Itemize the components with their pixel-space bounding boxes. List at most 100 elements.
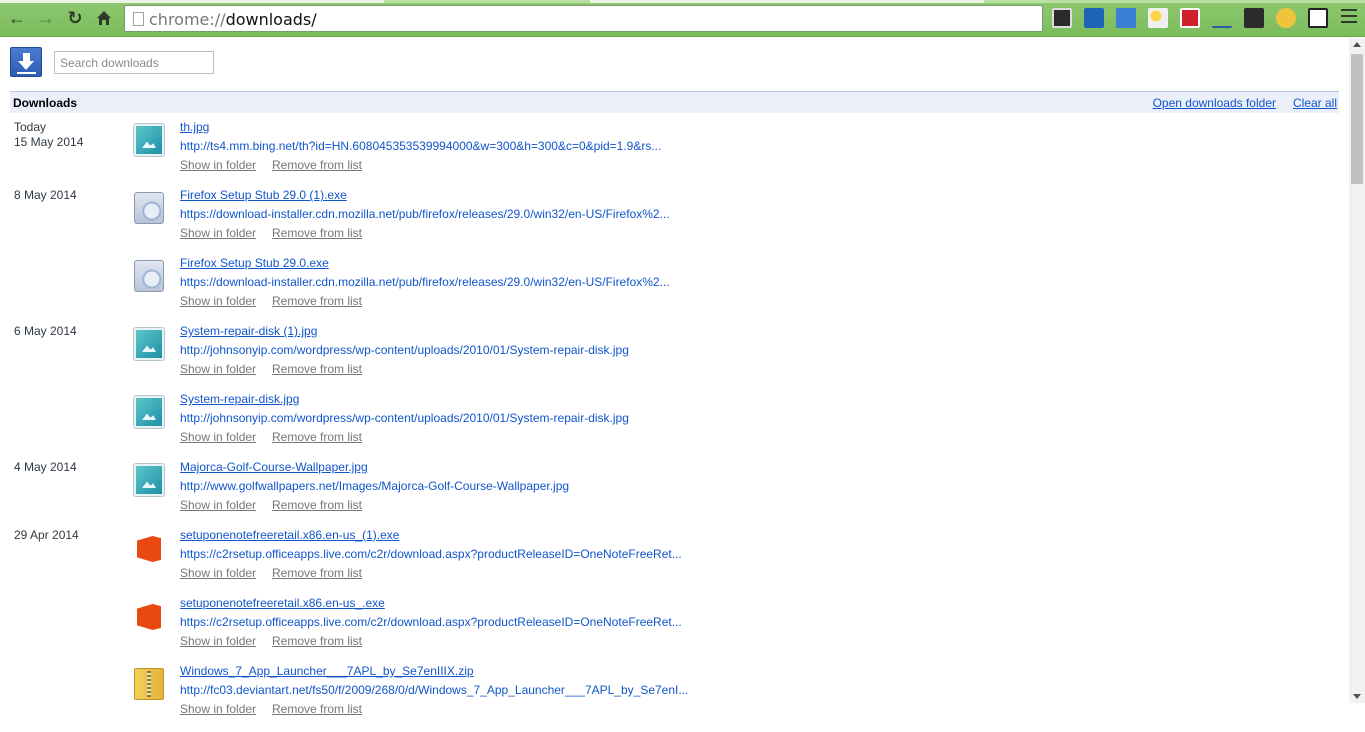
chrome-menu-button[interactable] xyxy=(1341,9,1357,25)
download-item: 6 May 2014 System-repair-disk (1).jpg http… xyxy=(0,324,1349,392)
show-in-folder-link[interactable]: Show in folder xyxy=(180,566,256,580)
image-file-icon[interactable] xyxy=(134,396,164,428)
download-file-link[interactable]: th.jpg xyxy=(180,120,209,134)
show-in-folder-link[interactable]: Show in folder xyxy=(180,158,256,172)
remove-from-list-link[interactable]: Remove from list xyxy=(272,226,362,240)
reload-icon: ↻ xyxy=(67,7,83,28)
home-button[interactable] xyxy=(93,7,115,29)
downloads-header: Downloads Open downloads folder Clear al… xyxy=(10,91,1339,113)
download-date: 6 May 2014 xyxy=(14,324,124,339)
download-date-label: 8 May 2014 xyxy=(14,188,77,202)
tab[interactable] xyxy=(590,0,984,3)
download-item: Windows_7_App_Launcher___7APL_by_Se7enII… xyxy=(0,664,1349,732)
installer-icon[interactable] xyxy=(134,260,164,292)
download-date: 29 Apr 2014 xyxy=(14,528,124,543)
search-input[interactable] xyxy=(54,51,214,74)
home-icon xyxy=(97,11,111,25)
show-in-folder-link[interactable]: Show in folder xyxy=(180,226,256,240)
terminal-icon[interactable] xyxy=(1244,8,1264,28)
open-downloads-folder-link[interactable]: Open downloads folder xyxy=(1153,96,1276,110)
show-in-folder-link[interactable]: Show in folder xyxy=(180,634,256,648)
download-file-link[interactable]: Windows_7_App_Launcher___7APL_by_Se7enII… xyxy=(180,664,474,678)
weather-icon[interactable] xyxy=(1148,8,1168,28)
downloads-page: Downloads Open downloads folder Clear al… xyxy=(0,38,1349,716)
download-item: Firefox Setup Stub 29.0.exe https://downl… xyxy=(0,256,1349,324)
remove-from-list-link[interactable]: Remove from list xyxy=(272,430,362,444)
remove-from-list-link[interactable]: Remove from list xyxy=(272,294,362,308)
address-url[interactable]: chrome://downloads/ xyxy=(149,10,317,29)
download-file-link[interactable]: System-repair-disk.jpg xyxy=(180,392,299,406)
tab-strip xyxy=(0,0,1365,3)
download-source-url[interactable]: https://c2rsetup.officeapps.live.com/c2r… xyxy=(180,615,682,629)
download-source-url[interactable]: http://ts4.mm.bing.net/th?id=HN.60804535… xyxy=(180,139,661,153)
download-source-url[interactable]: http://johnsonyip.com/wordpress/wp-conte… xyxy=(180,411,629,425)
image-file-icon[interactable] xyxy=(134,464,164,496)
show-in-folder-link[interactable]: Show in folder xyxy=(180,498,256,512)
download-date: 8 May 2014 xyxy=(14,188,124,203)
address-bar[interactable]: chrome://downloads/ xyxy=(124,5,1043,32)
download-source-url[interactable]: http://www.golfwallpapers.net/Images/Maj… xyxy=(180,479,569,493)
fox-icon[interactable] xyxy=(1276,8,1296,28)
download-file-link[interactable]: Firefox Setup Stub 29.0 (1).exe xyxy=(180,188,347,202)
download-source-url[interactable]: https://c2rsetup.officeapps.live.com/c2r… xyxy=(180,547,682,561)
show-in-folder-link[interactable]: Show in folder xyxy=(180,294,256,308)
pen-icon[interactable] xyxy=(1212,8,1232,28)
forward-button[interactable]: → xyxy=(35,7,57,29)
reload-button[interactable]: ↻ xyxy=(64,7,86,29)
office-icon[interactable] xyxy=(134,532,164,564)
s-icon[interactable] xyxy=(1308,8,1328,28)
download-source-url[interactable]: http://johnsonyip.com/wordpress/wp-conte… xyxy=(180,343,629,357)
download-item: 8 May 2014 Firefox Setup Stub 29.0 (1).ex… xyxy=(0,188,1349,256)
installer-icon[interactable] xyxy=(134,192,164,224)
remove-from-list-link[interactable]: Remove from list xyxy=(272,498,362,512)
download-item: Today 15 May 2014 th.jpg http://ts4.mm.bing… xyxy=(0,120,1349,188)
download-date-sub: 15 May 2014 xyxy=(14,135,84,149)
download-source-url[interactable]: https://download-installer.cdn.mozilla.n… xyxy=(180,275,670,289)
download-file-link[interactable]: setuponenotefreeretail.x86.en-us_(1).exe xyxy=(180,528,399,542)
remove-from-list-link[interactable]: Remove from list xyxy=(272,702,362,716)
back-arrow-icon: ← xyxy=(8,7,26,28)
remove-from-list-link[interactable]: Remove from list xyxy=(272,634,362,648)
show-in-folder-link[interactable]: Show in folder xyxy=(180,702,256,716)
download-file-link[interactable]: Firefox Setup Stub 29.0.exe xyxy=(180,256,329,270)
download-date: 4 May 2014 xyxy=(14,460,124,475)
download-date: Today 15 May 2014 xyxy=(14,120,124,150)
remove-from-list-link[interactable]: Remove from list xyxy=(272,566,362,580)
url-path: downloads/ xyxy=(225,10,317,29)
show-in-folder-link[interactable]: Show in folder xyxy=(180,362,256,376)
download-date-label: Today xyxy=(14,120,47,134)
image-file-icon[interactable] xyxy=(134,328,164,360)
download-item: setuponenotefreeretail.x86.en-us_.exehtt… xyxy=(0,596,1349,664)
download-source-url[interactable]: https://download-installer.cdn.mozilla.n… xyxy=(180,207,670,221)
tab[interactable] xyxy=(0,0,384,3)
scroll-thumb[interactable] xyxy=(1351,54,1363,184)
image-file-icon[interactable] xyxy=(134,124,164,156)
page-icon xyxy=(133,12,144,26)
download-file-link[interactable]: setuponenotefreeretail.x86.en-us_.exe xyxy=(180,596,385,610)
remove-from-list-link[interactable]: Remove from list xyxy=(272,158,362,172)
browser-toolbar: ← → ↻ chrome://downloads/ xyxy=(0,0,1365,37)
download-item: 4 May 2014 Majorca-Golf-Course-Wallpaper.… xyxy=(0,460,1349,528)
download-date-label: 4 May 2014 xyxy=(14,460,77,474)
remove-from-list-link[interactable]: Remove from list xyxy=(272,362,362,376)
folder-icon[interactable] xyxy=(1116,8,1136,28)
page-title: Downloads xyxy=(13,96,78,110)
scrollbar[interactable] xyxy=(1349,38,1365,703)
blocked-icon[interactable] xyxy=(1180,8,1200,28)
clear-all-link[interactable]: Clear all xyxy=(1293,96,1337,110)
download-file-link[interactable]: Majorca-Golf-Course-Wallpaper.jpg xyxy=(180,460,368,474)
download-item: 29 Apr 2014 setuponenotefreeretail.x86.en… xyxy=(0,528,1349,596)
scroll-down-arrow-icon[interactable] xyxy=(1353,694,1361,699)
zip-icon[interactable] xyxy=(134,668,164,700)
download-source-url[interactable]: http://fc03.deviantart.net/fs50/f/2009/2… xyxy=(180,683,688,697)
download-date-label: 6 May 2014 xyxy=(14,324,77,338)
film-icon[interactable] xyxy=(1052,8,1072,28)
office-icon[interactable] xyxy=(134,600,164,632)
download-item: System-repair-disk.jpg http://johnsonyip.… xyxy=(0,392,1349,460)
scroll-up-arrow-icon[interactable] xyxy=(1353,42,1361,47)
download-file-link[interactable]: System-repair-disk (1).jpg xyxy=(180,324,317,338)
back-button[interactable]: ← xyxy=(6,7,28,29)
hs-icon[interactable] xyxy=(1084,8,1104,28)
url-scheme: chrome:// xyxy=(149,10,226,29)
show-in-folder-link[interactable]: Show in folder xyxy=(180,430,256,444)
